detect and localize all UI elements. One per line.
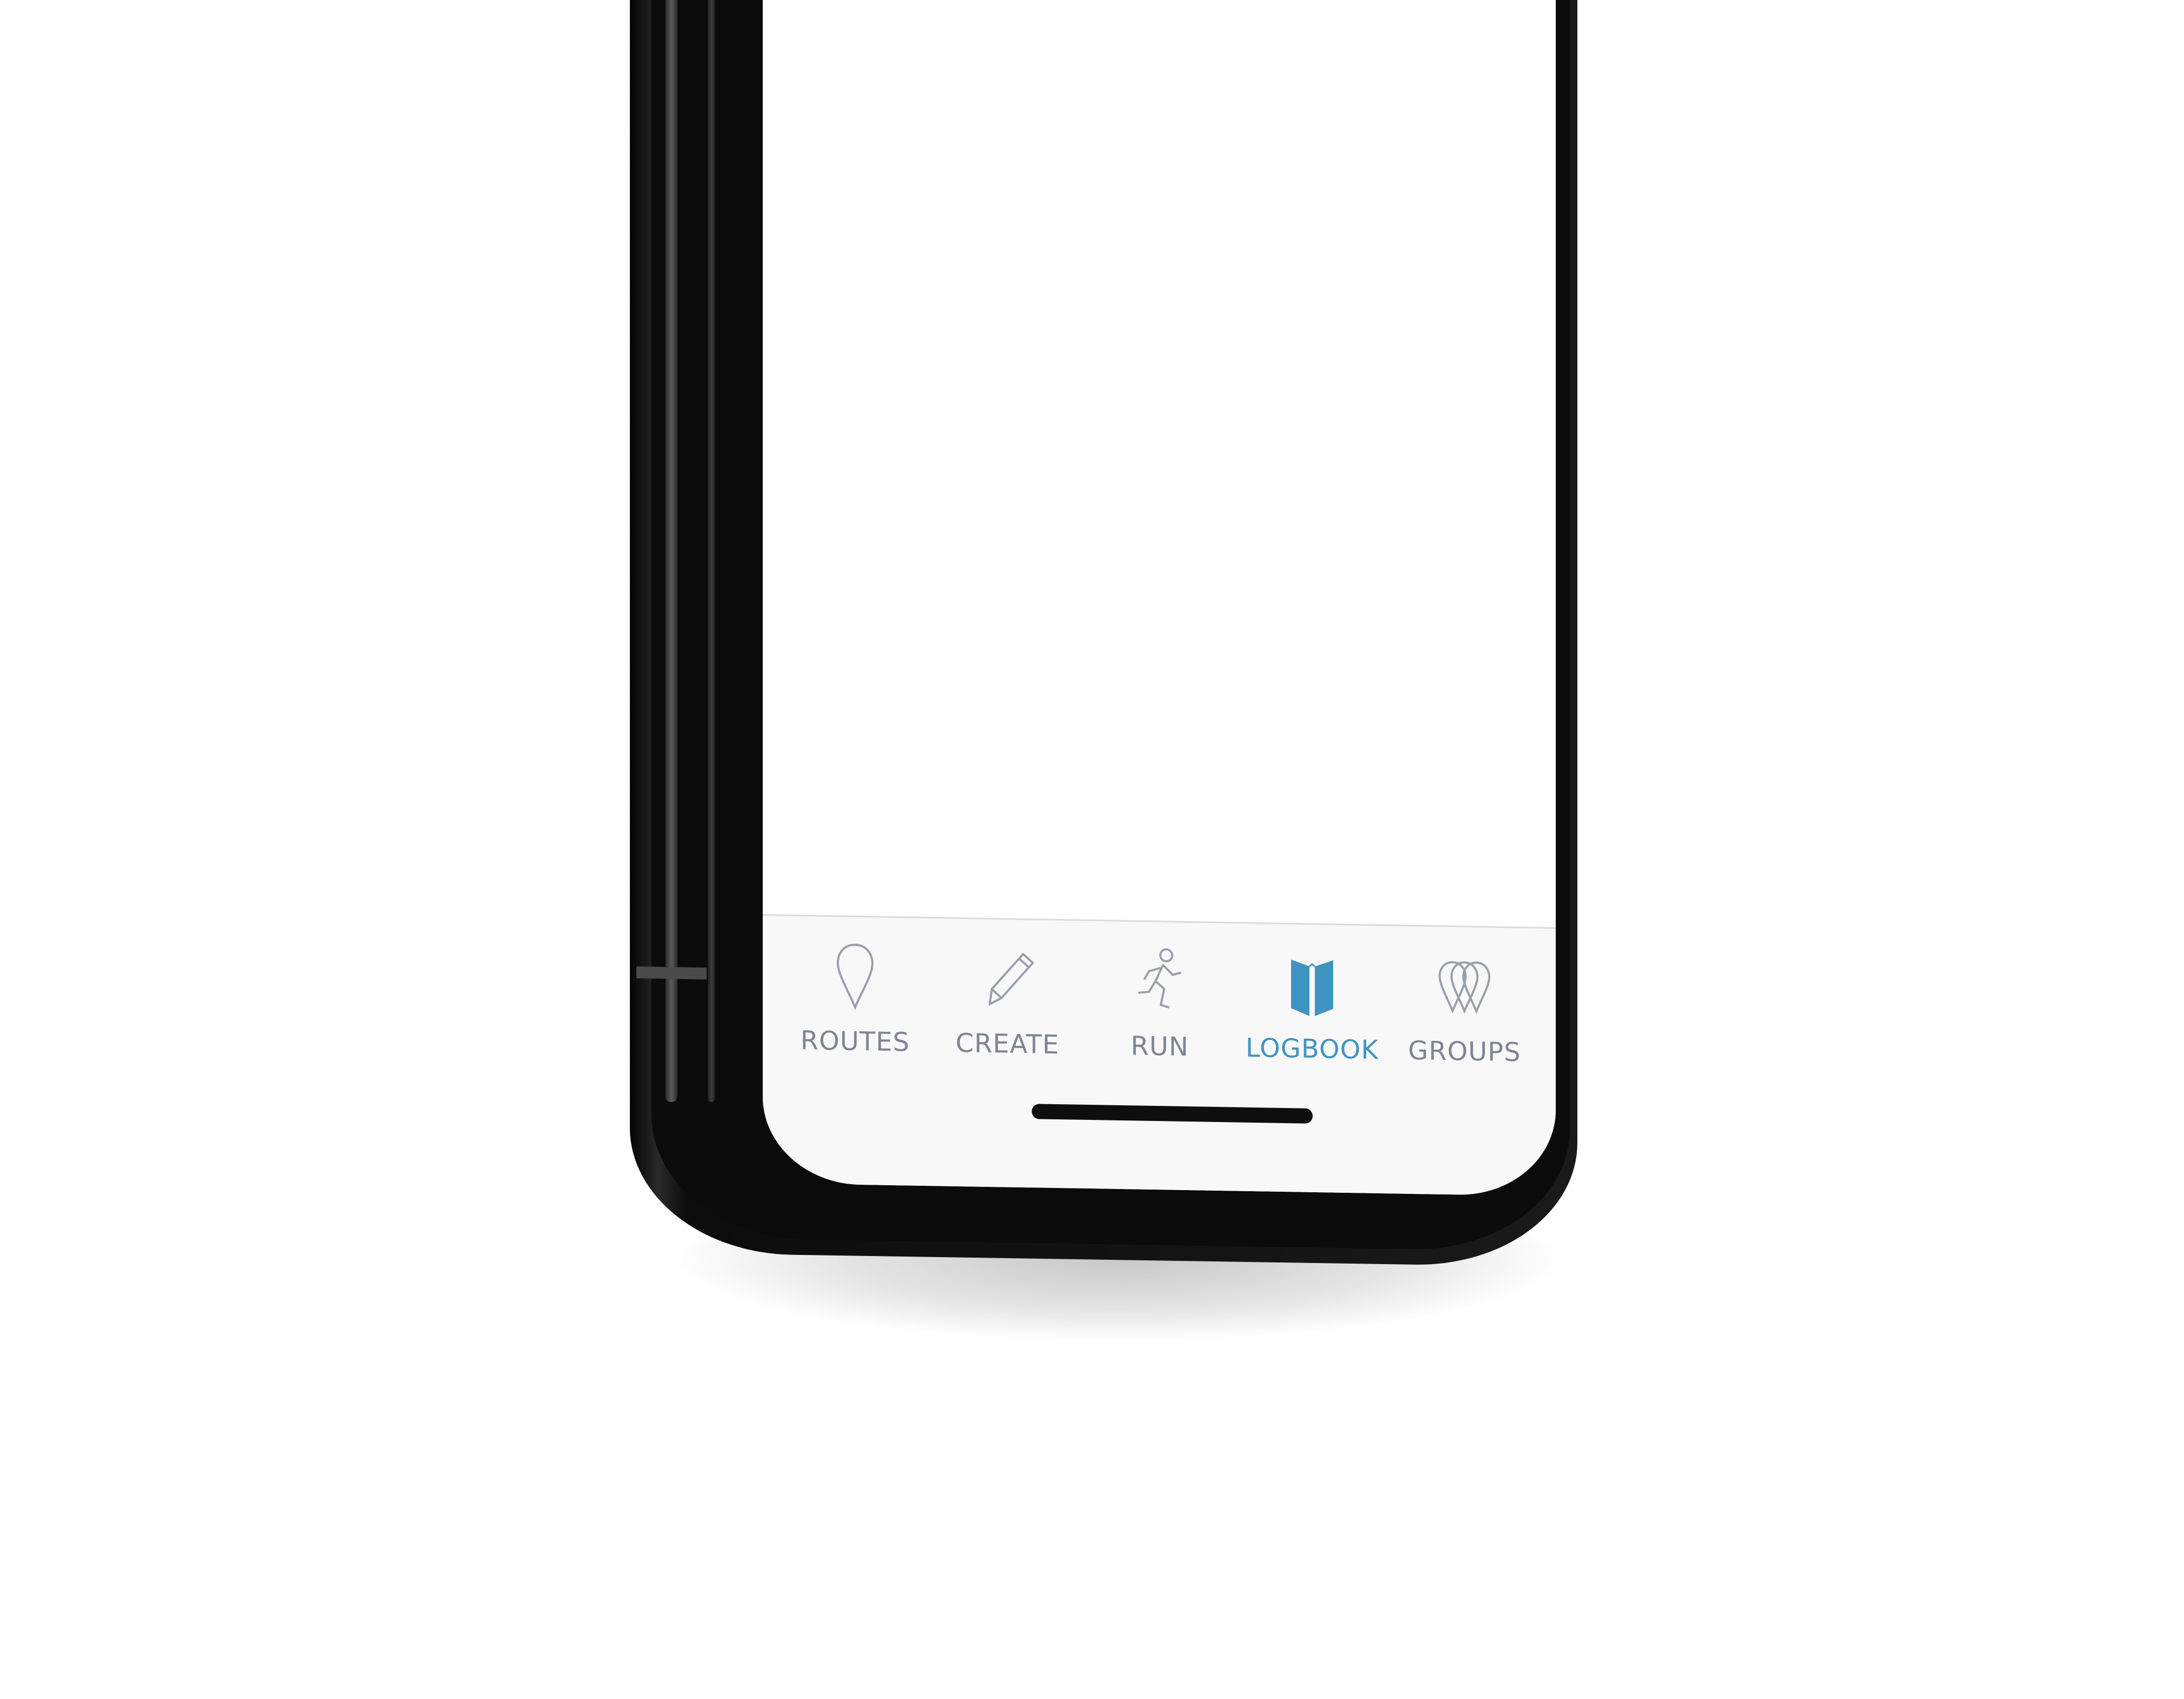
tab-bar-items: ROUTES CREATE RUN LOGBOOK GROUPS	[779, 937, 1541, 1101]
tab-label: ROUTES	[800, 1025, 910, 1058]
tab-run[interactable]: RUN	[1084, 943, 1236, 1097]
mockup-stage: ROUTES CREATE RUN LOGBOOK GROUPS	[0, 0, 2184, 1699]
tab-groups[interactable]: GROUPS	[1388, 948, 1541, 1102]
tab-label: CREATE	[956, 1028, 1059, 1060]
phone-side-highlight	[666, 0, 677, 1102]
tab-label: GROUPS	[1408, 1035, 1521, 1068]
tab-create[interactable]: CREATE	[931, 940, 1084, 1094]
book-icon	[1280, 946, 1345, 1023]
tab-routes[interactable]: ROUTES	[779, 937, 931, 1091]
tab-logbook[interactable]: LOGBOOK	[1236, 945, 1388, 1099]
home-indicator[interactable]	[1032, 1104, 1313, 1124]
pencil-icon	[975, 941, 1040, 1018]
tab-label: LOGBOOK	[1245, 1032, 1379, 1065]
phone-antenna-band	[636, 966, 707, 980]
group-pins-icon	[1432, 949, 1497, 1025]
tab-label: RUN	[1131, 1031, 1189, 1063]
map-pin-icon	[823, 938, 888, 1015]
phone-side-highlight	[708, 0, 715, 1102]
runner-icon	[1127, 943, 1192, 1020]
phone-screen: ROUTES CREATE RUN LOGBOOK GROUPS	[763, 0, 1556, 1197]
tab-bar: ROUTES CREATE RUN LOGBOOK GROUPS	[763, 914, 1556, 1197]
